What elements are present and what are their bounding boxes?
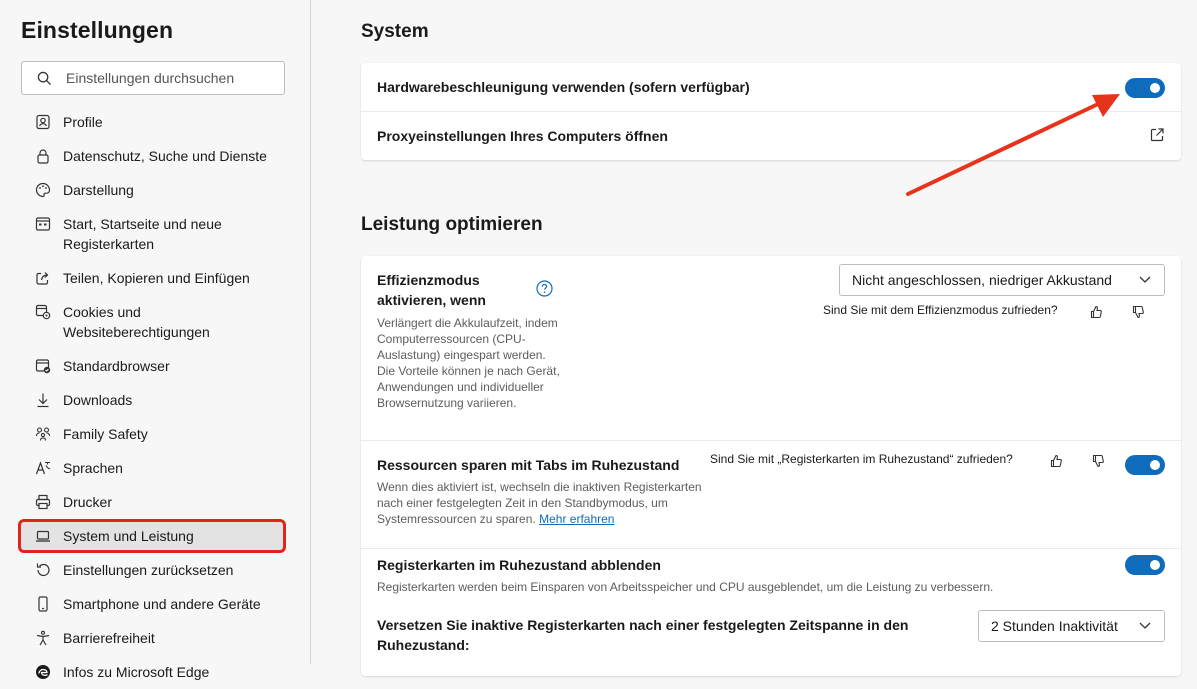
settings-nav: Profile Datenschutz, Suche und Dienste D…: [18, 105, 286, 689]
thumbs-up-icon[interactable]: [1087, 303, 1105, 321]
sidebar-item-cookies[interactable]: Cookies und Websiteberechtigungen: [21, 295, 285, 349]
thumbs-up-icon[interactable]: [1047, 452, 1065, 470]
sidebar-item-label: Barrierefreiheit: [63, 630, 155, 646]
sleeping-tabs-feedback-question: Sind Sie mit „Registerkarten im Ruhezust…: [710, 452, 1013, 466]
sidebar-item-label: Teilen, Kopieren und Einfügen: [63, 270, 250, 286]
sidebar-item-label: Datenschutz, Suche und Dienste: [63, 148, 267, 164]
sidebar-item-label: Infos zu Microsoft Edge: [63, 664, 210, 680]
chevron-down-icon: [1138, 272, 1152, 289]
sidebar-item-downloads[interactable]: Downloads: [21, 383, 285, 417]
sidebar-item-start[interactable]: Start, Startseite und neue Registerkarte…: [21, 207, 285, 261]
sidebar-item-default-browser[interactable]: Standardbrowser: [21, 349, 285, 383]
fade-tabs-label: Registerkarten im Ruhezustand abblenden: [377, 557, 661, 573]
performance-section-title: Leistung optimieren: [361, 214, 543, 235]
cookies-icon: [35, 302, 63, 322]
sleeping-tabs-toggle[interactable]: [1125, 455, 1165, 475]
sidebar-item-profile[interactable]: Profile: [21, 105, 285, 139]
laptop-icon: [35, 526, 63, 546]
sidebar-item-label: System und Leistung: [63, 528, 194, 544]
reset-icon: [35, 560, 63, 580]
search-input[interactable]: [66, 70, 284, 86]
share-icon: [35, 268, 63, 288]
hardware-accel-row: Hardwarebeschleunigung verwenden (sofern…: [361, 63, 1181, 112]
fade-tabs-row: Registerkarten im Ruhezustand abblenden …: [361, 549, 1181, 601]
efficiency-row: Effizienzmodus aktivieren, wenn Verlänge…: [361, 256, 1181, 441]
inactive-timeout-row: Versetzen Sie inaktive Registerkarten na…: [361, 601, 1181, 676]
lock-icon: [35, 146, 63, 166]
sidebar-item-label: Start, Startseite und neue Registerkarte…: [63, 216, 222, 252]
sidebar-item-label: Smartphone und andere Geräte: [63, 596, 261, 612]
palette-icon: [35, 180, 63, 200]
accessibility-icon: [35, 628, 63, 648]
proxy-label: Proxyeinstellungen Ihres Computers öffne…: [377, 128, 668, 144]
proxy-row[interactable]: Proxyeinstellungen Ihres Computers öffne…: [361, 112, 1181, 160]
system-card: Hardwarebeschleunigung verwenden (sofern…: [361, 63, 1181, 160]
browser-check-icon: [35, 356, 63, 376]
hardware-accel-label: Hardwarebeschleunigung verwenden (sofern…: [377, 79, 750, 95]
sidebar: Einstellungen Profile Datenschutz, Suche…: [0, 0, 311, 680]
main-content: System Hardwarebeschleunigung verwenden …: [312, 0, 1197, 676]
sidebar-item-label: Sprachen: [63, 460, 123, 476]
sidebar-item-label: Drucker: [63, 494, 113, 510]
sidebar-item-reset[interactable]: Einstellungen zurücksetzen: [21, 553, 285, 587]
search-icon: [22, 71, 66, 86]
download-icon: [35, 390, 63, 410]
sleeping-tabs-label: Ressourcen sparen mit Tabs im Ruhezustan…: [377, 457, 680, 473]
inactive-timeout-dropdown-value: 2 Stunden Inaktivität: [991, 618, 1118, 634]
edge-logo-icon: [35, 662, 63, 682]
thumbs-down-icon[interactable]: [1089, 452, 1107, 470]
learn-more-link[interactable]: Mehr erfahren: [539, 512, 614, 526]
sidebar-title: Einstellungen: [21, 17, 174, 43]
efficiency-feedback-question: Sind Sie mit dem Effizienzmodus zufriede…: [823, 303, 1058, 317]
help-icon[interactable]: [536, 280, 553, 297]
chevron-down-icon: [1138, 618, 1152, 635]
sidebar-item-about-edge[interactable]: Infos zu Microsoft Edge: [21, 655, 285, 689]
sidebar-item-share[interactable]: Teilen, Kopieren und Einfügen: [21, 261, 285, 295]
sidebar-item-system-performance[interactable]: System und Leistung: [18, 519, 286, 553]
inactive-timeout-dropdown[interactable]: 2 Stunden Inaktivität: [978, 610, 1165, 642]
efficiency-dropdown[interactable]: Nicht angeschlossen, niedriger Akkustand: [839, 264, 1165, 296]
sidebar-item-family-safety[interactable]: Family Safety: [21, 417, 285, 451]
sidebar-item-printer[interactable]: Drucker: [21, 485, 285, 519]
efficiency-label: Effizienzmodus aktivieren, wenn: [377, 272, 486, 308]
sidebar-item-label: Einstellungen zurücksetzen: [63, 562, 234, 578]
sidebar-item-accessibility[interactable]: Barrierefreiheit: [21, 621, 285, 655]
performance-card: Effizienzmodus aktivieren, wenn Verlänge…: [361, 256, 1181, 676]
home-grid-icon: [35, 214, 63, 234]
sidebar-item-devices[interactable]: Smartphone und andere Geräte: [21, 587, 285, 621]
fade-tabs-toggle[interactable]: [1125, 555, 1165, 575]
sidebar-item-label: Cookies und Websiteberechtigungen: [63, 304, 210, 340]
system-section-title: System: [361, 21, 429, 42]
printer-icon: [35, 492, 63, 512]
sidebar-item-label: Downloads: [63, 392, 133, 408]
phone-icon: [35, 594, 63, 614]
family-icon: [35, 424, 63, 444]
language-icon: [35, 458, 63, 478]
profile-icon: [35, 112, 63, 132]
thumbs-down-icon[interactable]: [1129, 303, 1147, 321]
external-link-icon[interactable]: [1149, 127, 1165, 143]
sidebar-item-label: Profile: [63, 114, 103, 130]
sleeping-tabs-row: Ressourcen sparen mit Tabs im Ruhezustan…: [361, 441, 1181, 549]
sidebar-item-privacy[interactable]: Datenschutz, Suche und Dienste: [21, 139, 285, 173]
fade-tabs-description: Registerkarten werden beim Einsparen von…: [377, 580, 994, 594]
efficiency-description: Verlängert die Akkulaufzeit, indem Compu…: [377, 316, 560, 410]
sidebar-item-appearance[interactable]: Darstellung: [21, 173, 285, 207]
sleeping-tabs-description: Wenn dies aktiviert ist, wechseln die in…: [377, 479, 702, 527]
hardware-accel-toggle[interactable]: [1125, 78, 1165, 98]
sidebar-item-label: Family Safety: [63, 426, 148, 442]
inactive-timeout-label: Versetzen Sie inaktive Registerkarten na…: [377, 617, 909, 653]
efficiency-dropdown-value: Nicht angeschlossen, niedriger Akkustand: [852, 272, 1112, 288]
sidebar-item-label: Darstellung: [63, 182, 134, 198]
sidebar-item-label: Standardbrowser: [63, 358, 170, 374]
sidebar-item-languages[interactable]: Sprachen: [21, 451, 285, 485]
search-box[interactable]: [21, 61, 285, 95]
